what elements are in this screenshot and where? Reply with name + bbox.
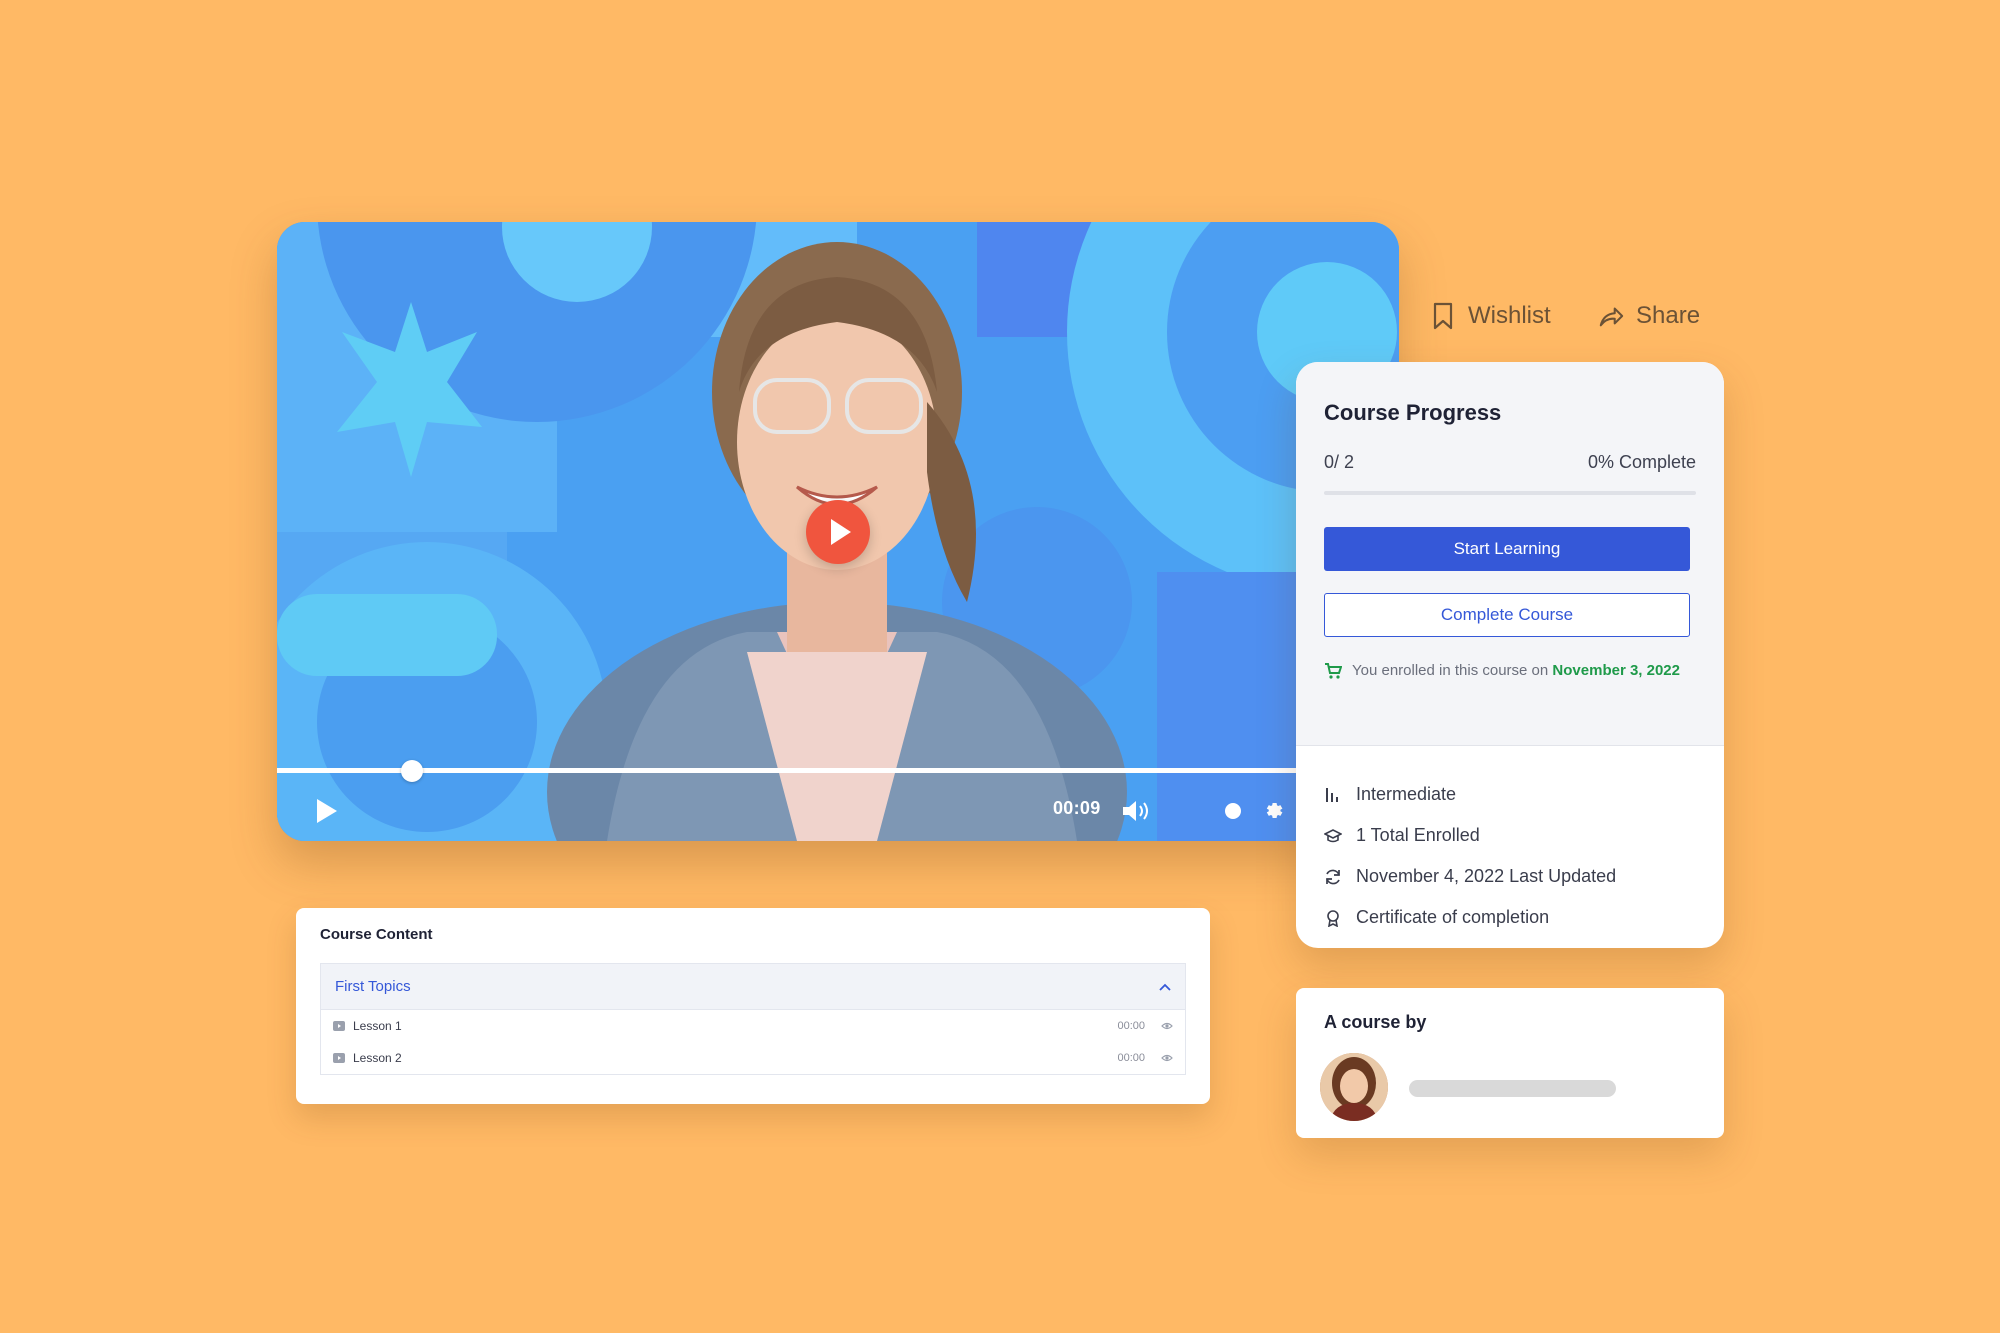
meta-enrolled-text: 1 Total Enrolled: [1356, 825, 1480, 845]
course-content-card: Course Content First Topics Lesson 1 00:…: [296, 908, 1210, 1104]
meta-level: Intermediate: [1324, 774, 1696, 815]
lesson-label: Lesson 1: [353, 1019, 402, 1033]
lesson-label: Lesson 2: [353, 1051, 402, 1065]
video-player[interactable]: 00:09: [277, 222, 1399, 841]
meta-updated-text: November 4, 2022 Last Updated: [1356, 866, 1617, 886]
progress-percent: 0% Complete: [1587, 452, 1696, 472]
enrolled-date: November 3, 2022: [1552, 662, 1680, 679]
author-card-title: A course by: [1324, 1012, 1427, 1032]
lesson-row[interactable]: Lesson 2 00:00: [321, 1042, 1185, 1074]
topic-header[interactable]: First Topics: [321, 964, 1185, 1010]
author-name-placeholder: [1409, 1080, 1616, 1097]
seek-bar[interactable]: [277, 768, 1399, 773]
video-icon: [333, 1021, 345, 1031]
course-progress-title: Course Progress: [1324, 400, 1502, 425]
current-time: 00:09: [1053, 798, 1101, 818]
author-card: A course by: [1296, 988, 1724, 1138]
start-learning-button[interactable]: Start Learning: [1324, 527, 1690, 571]
wishlist-label: Wishlist: [1468, 302, 1551, 329]
graduation-cap-icon: [1324, 828, 1342, 842]
big-play-icon[interactable]: [806, 500, 870, 564]
refresh-icon: [1326, 869, 1340, 884]
enrolled-notice: You enrolled in this course on November …: [1324, 659, 1696, 683]
eye-icon[interactable]: [1161, 1021, 1173, 1031]
quality-dot-icon[interactable]: [1225, 803, 1241, 819]
share-icon: [1599, 307, 1624, 327]
level-bars-icon: [1326, 787, 1338, 802]
topic-accordion: First Topics Lesson 1 00:00 Lesson 2 00:…: [320, 963, 1186, 1075]
complete-course-button[interactable]: Complete Course: [1324, 593, 1690, 637]
eye-icon[interactable]: [1161, 1053, 1173, 1063]
chevron-up-icon[interactable]: [1159, 983, 1171, 991]
play-icon[interactable]: [317, 799, 337, 823]
avatar[interactable]: [1320, 1053, 1388, 1121]
cart-icon: [1325, 663, 1342, 679]
topic-title: First Topics: [335, 978, 411, 995]
bookmark-icon: [1433, 302, 1453, 330]
course-content-title: Course Content: [320, 926, 433, 943]
meta-level-text: Intermediate: [1356, 784, 1457, 804]
share-button[interactable]: Share: [1598, 302, 1700, 330]
meta-certificate-text: Certificate of completion: [1356, 907, 1550, 927]
progress-bar: [1324, 491, 1696, 495]
volume-icon[interactable]: [1121, 798, 1151, 824]
lesson-row[interactable]: Lesson 1 00:00: [321, 1010, 1185, 1042]
avatar-image: [1320, 1053, 1388, 1121]
gear-icon[interactable]: [1261, 799, 1285, 823]
meta-enrolled: 1 Total Enrolled: [1324, 815, 1696, 856]
meta-certificate: Certificate of completion: [1324, 897, 1696, 938]
wishlist-button[interactable]: Wishlist: [1430, 302, 1551, 330]
progress-count: 0/ 2: [1324, 452, 1355, 472]
certificate-icon: [1327, 909, 1339, 927]
seek-handle[interactable]: [401, 760, 423, 782]
video-icon: [333, 1053, 345, 1063]
enrolled-text: You enrolled in this course on: [1352, 662, 1549, 679]
course-progress-card: Course Progress 0/ 2 0% Complete Start L…: [1296, 362, 1724, 948]
share-label: Share: [1636, 302, 1701, 329]
lesson-duration: 00:00: [1117, 1052, 1145, 1064]
meta-updated: November 4, 2022 Last Updated: [1324, 856, 1696, 897]
lesson-duration: 00:00: [1117, 1020, 1145, 1032]
